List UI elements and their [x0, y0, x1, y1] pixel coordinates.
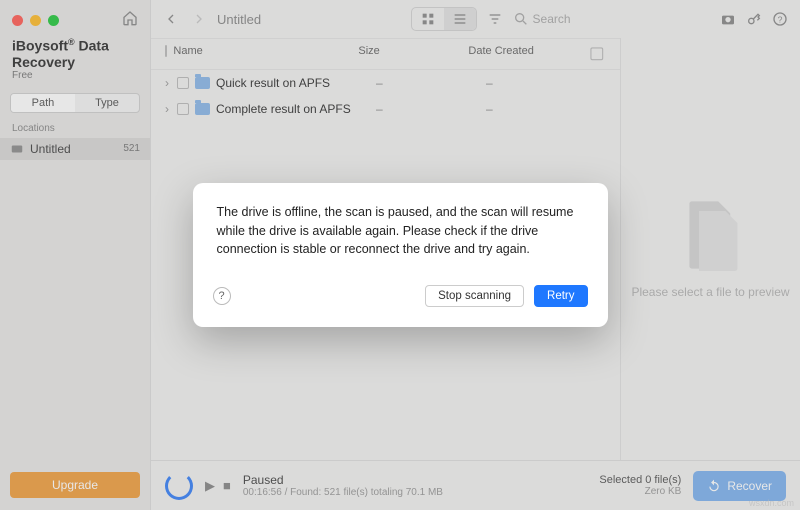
- dialog-help-button[interactable]: ?: [213, 287, 231, 305]
- stop-scanning-button[interactable]: Stop scanning: [425, 285, 524, 307]
- alert-message: The drive is offline, the scan is paused…: [213, 203, 588, 285]
- alert-dialog: The drive is offline, the scan is paused…: [193, 183, 608, 327]
- retry-button[interactable]: Retry: [534, 285, 587, 307]
- dialog-buttons: ? Stop scanning Retry: [213, 285, 588, 307]
- watermark: wsxdn.com: [749, 498, 794, 508]
- modal-overlay: The drive is offline, the scan is paused…: [0, 0, 800, 510]
- app-window: iBoysoft® Data Recovery Free Path Type L…: [0, 0, 800, 510]
